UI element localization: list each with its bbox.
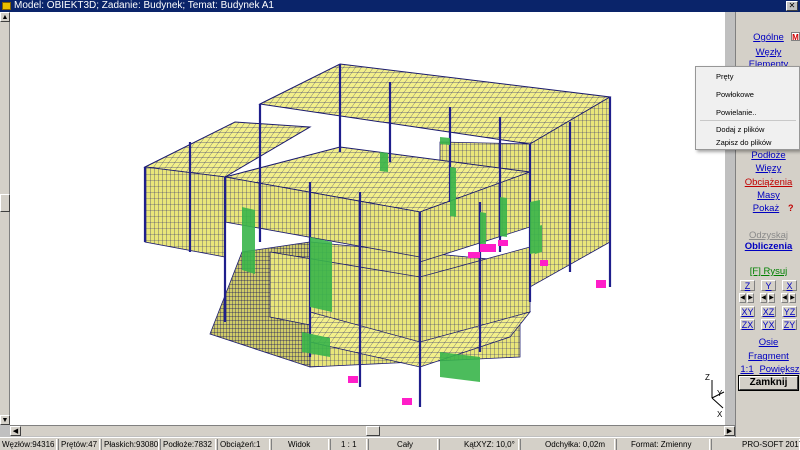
horizontal-scroll-thumb[interactable] — [366, 426, 380, 436]
help-icon[interactable]: ? — [788, 203, 794, 213]
link-draw[interactable]: [F] Rysuj — [736, 266, 800, 277]
menu-item-shells[interactable]: Powłokowe — [716, 90, 754, 99]
title-bar: Model: OBIEKT3D; Zadanie: Budynek; Temat… — [0, 0, 800, 12]
rotate-right-icon[interactable]: ▶ — [768, 293, 775, 303]
view-xy-button[interactable]: XY — [740, 306, 755, 317]
scroll-down-arrow-icon[interactable]: ▼ — [0, 415, 10, 425]
axis-y-label: Y — [717, 389, 723, 398]
view-yx-button[interactable]: YX — [761, 319, 776, 330]
horizontal-scrollbar[interactable]: ◀ ▶ — [10, 425, 735, 436]
status-angle[interactable]: KątXYZ: 10,0° — [439, 439, 519, 450]
status-deviation[interactable]: Odchyłka: 0,02m — [520, 439, 615, 450]
link-subsoil[interactable]: Podłoże — [736, 150, 800, 161]
scroll-right-arrow-icon[interactable]: ▶ — [724, 426, 735, 436]
view-yz-button[interactable]: YZ — [782, 306, 797, 317]
marker-icon[interactable]: M — [791, 32, 800, 42]
menu-item-bars[interactable]: Pręty — [716, 72, 734, 81]
link-axes[interactable]: Osie — [736, 337, 800, 348]
rotate-right-icon[interactable]: ▶ — [789, 293, 796, 303]
link-scale-1-1[interactable]: 1:1 — [740, 364, 754, 375]
menu-item-add-from-files[interactable]: Dodaj z plików — [716, 125, 764, 134]
menu-separator — [700, 120, 796, 121]
view-y-button[interactable]: Y — [761, 280, 776, 291]
app-icon — [2, 2, 11, 10]
link-show[interactable]: Pokaż — [736, 203, 796, 214]
status-bars: Prętów:47 — [58, 439, 100, 450]
view-zy-button[interactable]: ZY — [782, 319, 797, 330]
status-format[interactable]: Format: Zmienny — [616, 439, 710, 450]
link-recover[interactable]: Odzyskaj — [736, 230, 800, 241]
status-planars: Płaskich:93080 — [101, 439, 159, 450]
status-range[interactable]: Cały — [368, 439, 438, 450]
link-constraints[interactable]: Więzy — [736, 163, 800, 174]
link-zoom-in[interactable]: Powiększ — [758, 364, 800, 375]
status-view[interactable]: Widok — [271, 439, 329, 450]
model-viewport[interactable]: Z Y X — [10, 12, 725, 425]
status-bar: Węzłów:94316 Prętów:47 Płaskich:93080 Po… — [0, 437, 800, 450]
close-button[interactable]: Zamknij — [738, 375, 799, 391]
view-x-button[interactable]: X — [782, 280, 797, 291]
vertical-scroll-thumb[interactable] — [0, 194, 10, 212]
context-menu: Pręty Powłokowe Powielanie.. Dodaj z pli… — [695, 66, 800, 150]
window-close-button[interactable]: ✕ — [786, 1, 798, 11]
view-xz-button[interactable]: XZ — [761, 306, 776, 317]
status-nodes: Węzłów:94316 — [0, 439, 57, 450]
view-zx-button[interactable]: ZX — [740, 319, 755, 330]
menu-item-save-to-files[interactable]: Zapisz do plików — [716, 138, 771, 147]
link-masses[interactable]: Masy — [736, 190, 800, 201]
scroll-left-arrow-icon[interactable]: ◀ — [10, 426, 21, 436]
rotate-right-icon[interactable]: ▶ — [747, 293, 754, 303]
rotate-left-icon[interactable]: ◀ — [781, 293, 788, 303]
status-subsoil: Podłoże:7832 — [160, 439, 216, 450]
link-nodes[interactable]: Węzły — [736, 47, 800, 58]
rotate-left-icon[interactable]: ◀ — [760, 293, 767, 303]
scroll-up-arrow-icon[interactable]: ▲ — [0, 12, 10, 22]
axis-z-label: Z — [705, 373, 710, 382]
link-loads[interactable]: Obciążenia — [736, 177, 800, 188]
axis-x-label: X — [717, 410, 723, 419]
status-loads: Obciążeń:1 — [217, 439, 270, 450]
link-fragment[interactable]: Fragment — [736, 351, 800, 362]
window-title: Model: OBIEKT3D; Zadanie: Budynek; Temat… — [14, 0, 274, 11]
status-scale[interactable]: 1 : 1 — [330, 439, 367, 450]
building-model-drawing: Z Y X — [143, 63, 725, 419]
view-z-button[interactable]: Z — [740, 280, 755, 291]
vertical-scrollbar[interactable]: ▲ ▼ — [0, 12, 10, 425]
status-vendor: PRO-SOFT 2017 — [711, 439, 800, 450]
menu-item-duplicate[interactable]: Powielanie.. — [716, 108, 756, 117]
rotate-left-icon[interactable]: ◀ — [739, 293, 746, 303]
link-calculations[interactable]: Obliczenia — [736, 241, 800, 252]
